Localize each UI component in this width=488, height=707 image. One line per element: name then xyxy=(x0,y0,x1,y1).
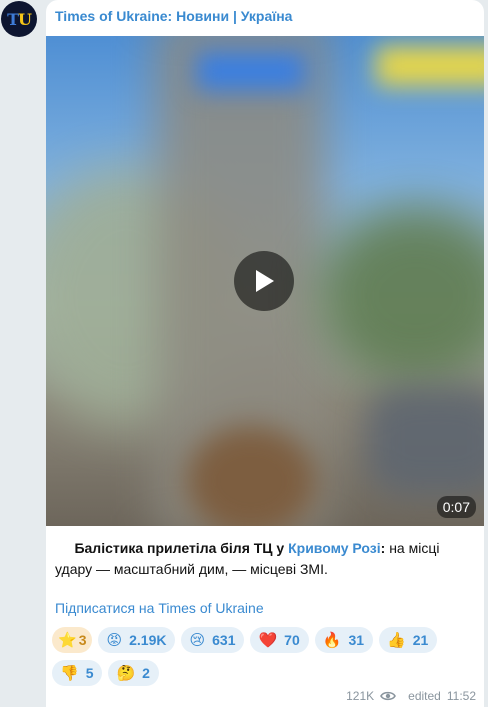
avatar-letter-t: T xyxy=(7,9,19,29)
thumbs-up-icon: 👍 xyxy=(387,631,406,649)
message-footer: 121K edited 11:52 xyxy=(346,689,476,703)
message-time: 11:52 xyxy=(446,689,476,703)
reactions-bar: ⭐ 3 😡 2.19K 😢 631 ❤️ 70 🔥 31 👍 21 👎 5 🤔 xyxy=(52,627,482,686)
angry-face-icon: 😡 xyxy=(106,631,123,649)
reaction-count: 70 xyxy=(284,632,300,648)
reaction-crying[interactable]: 😢 631 xyxy=(181,627,245,653)
message-bubble: Times of Ukraine: Новини | Україна 0:07 … xyxy=(46,0,484,707)
thumbs-down-icon: 👎 xyxy=(60,664,79,682)
reaction-thumbs-down[interactable]: 👎 5 xyxy=(52,660,103,686)
channel-avatar[interactable]: TU xyxy=(1,1,37,37)
thinking-face-icon: 🤔 xyxy=(116,664,136,682)
edited-label: edited xyxy=(408,689,441,703)
post-text: Балістика прилетіла біля ТЦ у Кривому Ро… xyxy=(55,538,479,580)
view-count: 121K xyxy=(346,689,375,703)
reaction-angry[interactable]: 😡 2.19K xyxy=(98,627,176,653)
fire-icon: 🔥 xyxy=(322,631,342,649)
channel-title[interactable]: Times of Ukraine: Новини | Україна xyxy=(55,8,292,24)
post-text-headline: Балістика прилетіла біля ТЦ у xyxy=(74,540,289,556)
avatar-letter-u: U xyxy=(17,9,32,29)
reaction-count: 2.19K xyxy=(129,632,167,648)
crying-face-icon: 😢 xyxy=(189,631,206,649)
reaction-thinking[interactable]: 🤔 2 xyxy=(108,660,159,686)
reaction-count: 2 xyxy=(142,665,150,681)
star-icon: ⭐ xyxy=(58,631,77,649)
reaction-count: 5 xyxy=(85,665,94,681)
reaction-count: 631 xyxy=(212,632,236,648)
subscribe-link[interactable]: Підписатися на Times of Ukraine xyxy=(55,600,264,616)
play-icon xyxy=(256,270,274,292)
reaction-count: 31 xyxy=(348,632,365,648)
reaction-heart[interactable]: ❤️ 70 xyxy=(250,627,309,653)
video-preview[interactable]: 0:07 xyxy=(46,36,484,526)
reaction-count: 3 xyxy=(78,632,87,648)
play-button[interactable] xyxy=(234,251,294,311)
reaction-star[interactable]: ⭐ 3 xyxy=(52,627,93,653)
reaction-count: 21 xyxy=(412,632,429,648)
video-duration: 0:07 xyxy=(436,496,476,518)
post-link-kryvyi-rih[interactable]: Кривому Розі xyxy=(288,540,381,556)
eye-icon xyxy=(380,691,397,701)
reaction-thumbs-up[interactable]: 👍 21 xyxy=(379,627,438,653)
reaction-fire[interactable]: 🔥 31 xyxy=(314,627,374,653)
heart-icon: ❤️ xyxy=(258,631,278,649)
